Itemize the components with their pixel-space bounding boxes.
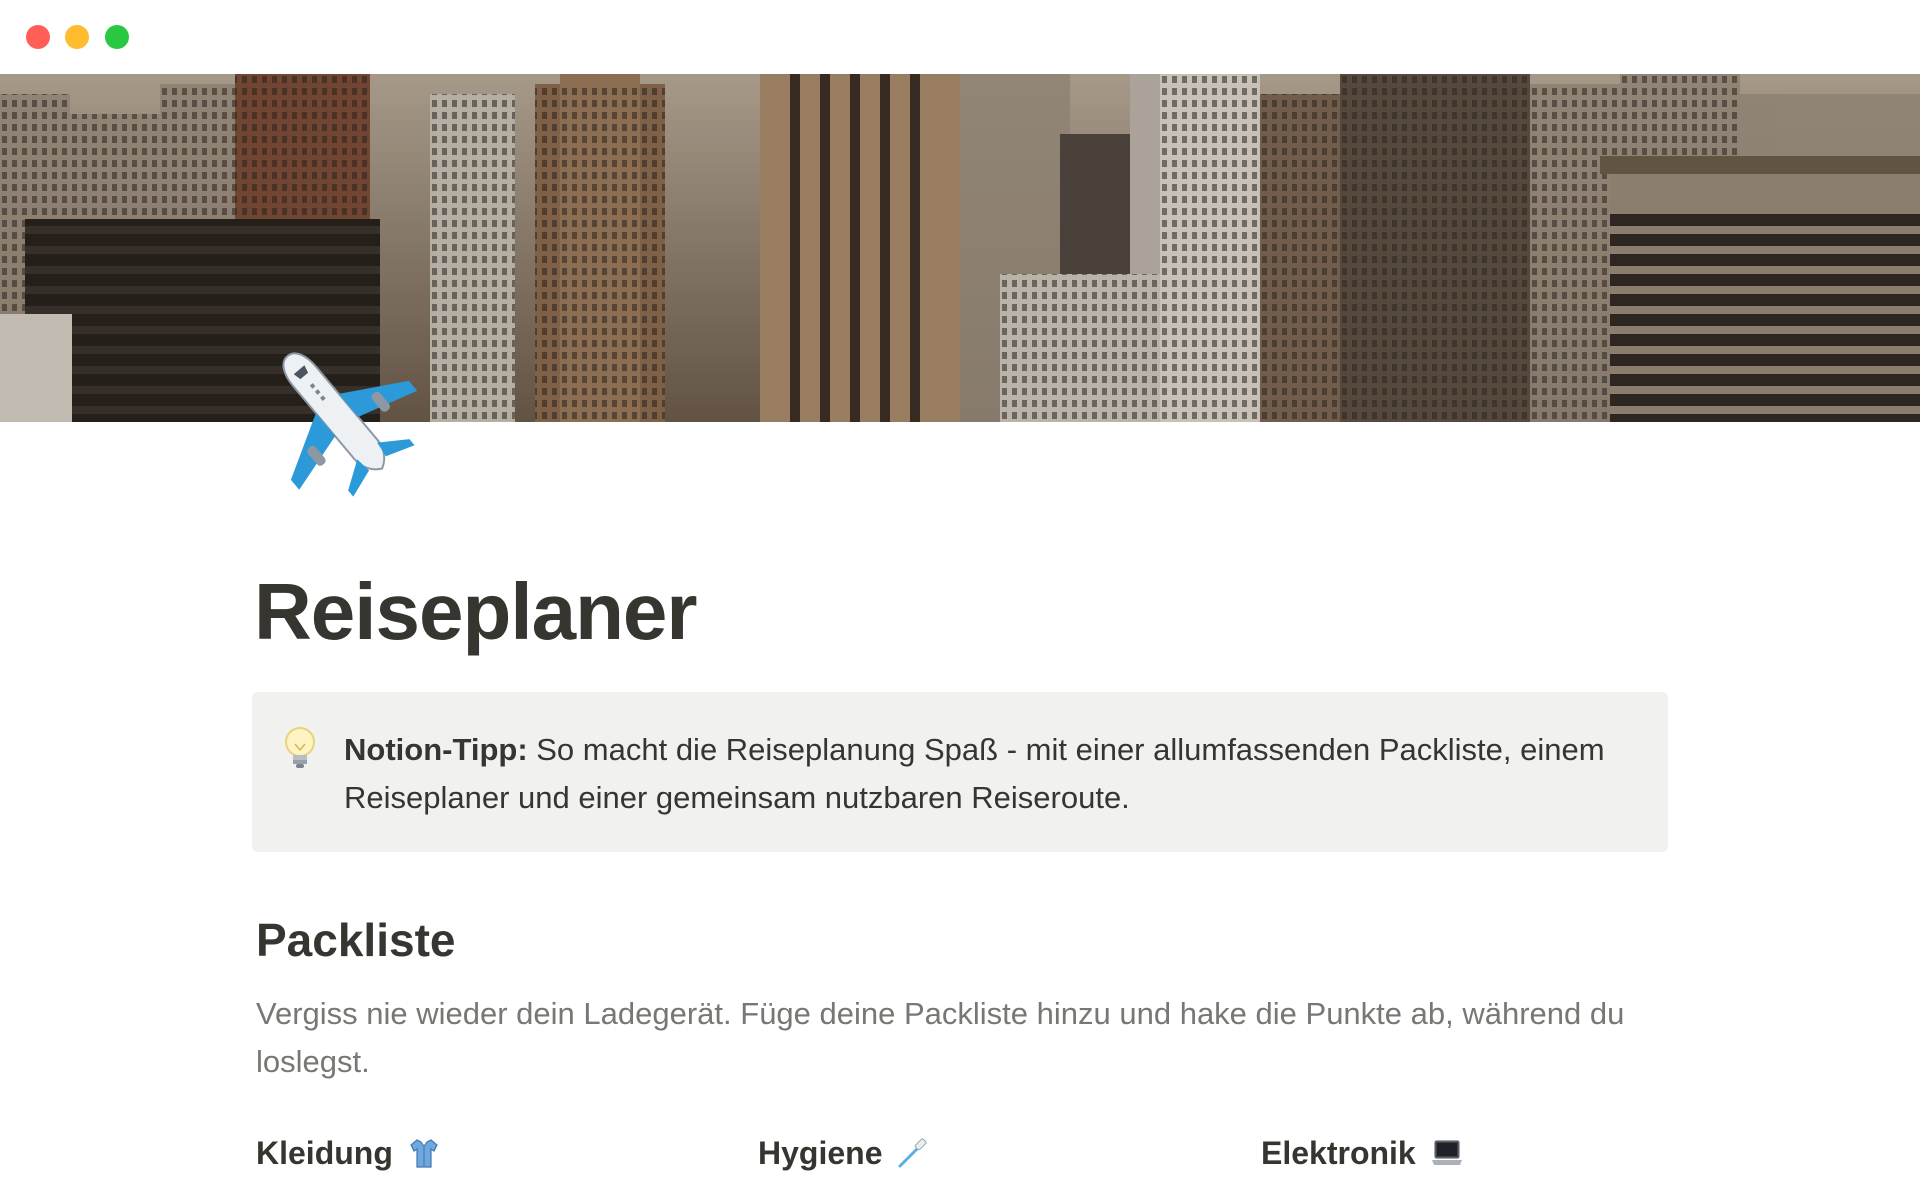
column-heading-elektronik[interactable]: Elektronik xyxy=(1261,1133,1464,1173)
packliste-heading[interactable]: Packliste xyxy=(256,915,455,966)
packliste-description[interactable]: Vergiss nie wieder dein Ladegerät. Füge … xyxy=(256,990,1656,1086)
window-close-button[interactable] xyxy=(26,25,50,49)
page-title[interactable]: Reiseplaner xyxy=(254,572,698,652)
column-label: Elektronik xyxy=(1261,1135,1416,1171)
column-heading-hygiene[interactable]: Hygiene xyxy=(758,1133,930,1173)
lightbulb-icon[interactable] xyxy=(282,726,318,772)
laptop-icon xyxy=(1430,1136,1464,1170)
callout-body: So macht die Reiseplanung Spaß - mit ein… xyxy=(344,732,1605,815)
column-label: Hygiene xyxy=(758,1135,883,1171)
toothbrush-icon xyxy=(896,1136,930,1170)
shirt-icon xyxy=(407,1136,441,1170)
column-heading-kleidung[interactable]: Kleidung xyxy=(256,1133,441,1173)
window-minimize-button[interactable] xyxy=(65,25,89,49)
airplane-icon[interactable] xyxy=(252,330,422,500)
window-titlebar xyxy=(0,0,1920,74)
callout-text: Notion-Tipp: So macht die Reiseplanung S… xyxy=(344,726,1634,822)
window-maximize-button[interactable] xyxy=(105,25,129,49)
column-label: Kleidung xyxy=(256,1135,393,1171)
notion-tip-callout[interactable]: Notion-Tipp: So macht die Reiseplanung S… xyxy=(252,692,1668,852)
callout-bold-label: Notion-Tipp: xyxy=(344,732,528,767)
